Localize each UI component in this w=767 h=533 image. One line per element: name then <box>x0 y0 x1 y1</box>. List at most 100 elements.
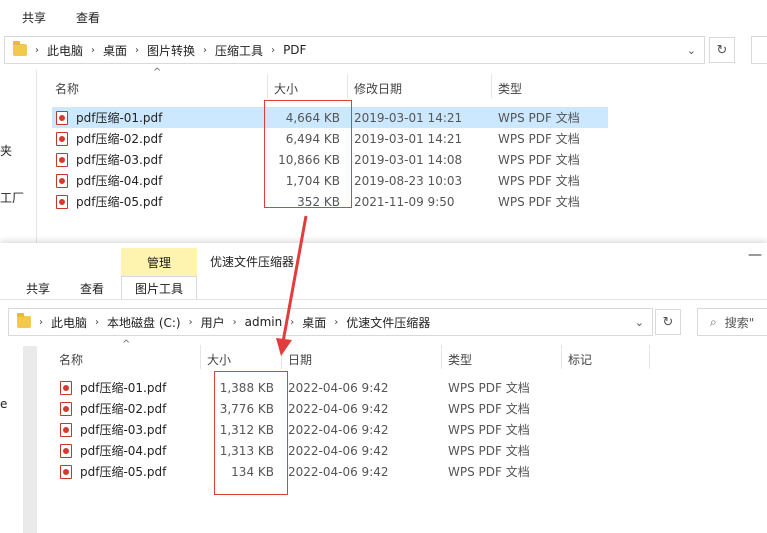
file-type: WPS PDF 文档 <box>448 423 530 437</box>
sidebar-item[interactable]: 夹 <box>0 142 12 159</box>
ribbon-tab-manage[interactable]: 管理 <box>121 248 197 276</box>
minimize-icon[interactable]: — <box>748 247 762 263</box>
column-name[interactable]: 名称 <box>59 351 83 368</box>
chevron-right-icon: › <box>203 44 208 56</box>
file-date: 2022-04-06 9:42 <box>288 443 389 458</box>
chevron-right-icon: › <box>232 316 237 328</box>
pdf-file-icon <box>56 173 68 188</box>
ribbon-divider <box>0 299 767 300</box>
file-date: 2019-03-01 14:08 <box>354 152 463 167</box>
file-name: pdf压缩-02.pdf <box>76 132 163 146</box>
refresh-button[interactable]: ↻ <box>655 309 681 335</box>
pdf-file-icon <box>60 401 72 416</box>
column-size[interactable]: 大小 <box>207 351 231 368</box>
ribbon-image-tools[interactable]: 图片工具 <box>121 276 197 300</box>
menu-view[interactable]: 查看 <box>80 280 104 297</box>
refresh-icon: ↻ <box>716 42 728 58</box>
sidebar-scrollbar[interactable] <box>23 346 37 533</box>
column-date[interactable]: 日期 <box>288 351 312 368</box>
crumb-app-folder[interactable]: 优速文件压缩器 <box>346 314 430 331</box>
chevron-right-icon: › <box>35 44 39 56</box>
file-date: 2022-04-06 9:42 <box>288 401 389 416</box>
crumb-image-convert[interactable]: 图片转换 <box>147 42 195 59</box>
window-title: 优速文件压缩器 <box>210 255 295 269</box>
pdf-file-icon <box>60 422 72 437</box>
crumb-compress-tool[interactable]: 压缩工具 <box>215 42 263 59</box>
pdf-file-icon <box>60 380 72 395</box>
column-divider <box>267 74 268 98</box>
search-placeholder: 搜索" <box>724 315 755 330</box>
pdf-file-icon <box>56 110 68 125</box>
file-type: WPS PDF 文档 <box>498 111 580 125</box>
chevron-right-icon: › <box>39 316 43 328</box>
file-name: pdf压缩-04.pdf <box>76 174 163 188</box>
file-type: WPS PDF 文档 <box>448 444 530 458</box>
folder-icon <box>17 313 31 328</box>
column-name[interactable]: 名称 <box>55 80 79 97</box>
sort-up-icon: ^ <box>122 339 131 350</box>
menu-share[interactable]: 共享 <box>26 280 50 297</box>
column-divider <box>649 345 650 369</box>
file-name: pdf压缩-02.pdf <box>80 402 167 416</box>
column-divider <box>281 345 282 369</box>
address-bar[interactable]: › 此电脑 › 本地磁盘 (C:) › 用户 › admin › 桌面 › 优速… <box>8 308 653 336</box>
file-type: WPS PDF 文档 <box>498 174 580 188</box>
search-box[interactable]: ⌕ 搜索" <box>697 308 767 336</box>
column-type[interactable]: 类型 <box>498 80 522 97</box>
file-date: 2019-03-01 14:21 <box>354 110 463 125</box>
crumb-desktop[interactable]: 桌面 <box>302 314 326 331</box>
file-name: pdf压缩-01.pdf <box>80 381 167 395</box>
search-box[interactable] <box>751 36 767 64</box>
sidebar-item[interactable]: e <box>0 397 7 411</box>
pdf-file-icon <box>56 131 68 146</box>
chevron-right-icon: › <box>95 316 100 328</box>
chevron-down-icon[interactable]: ⌄ <box>687 44 696 57</box>
column-size[interactable]: 大小 <box>274 80 298 97</box>
column-modified[interactable]: 修改日期 <box>354 80 402 97</box>
search-icon: ⌕ <box>710 314 717 329</box>
chevron-right-icon: › <box>290 316 295 328</box>
crumb-desktop[interactable]: 桌面 <box>103 42 127 59</box>
top-explorer-window: 共享 查看 › 此电脑 › 桌面 › 图片转换 › 压缩工具 › PDF ⌄ ↻… <box>0 0 767 243</box>
table-row[interactable]: pdf压缩-05.pdf 134 KB 2022-04-06 9:42 WPS … <box>56 461 556 482</box>
file-type: WPS PDF 文档 <box>498 132 580 146</box>
menu-view[interactable]: 查看 <box>76 9 100 26</box>
column-type[interactable]: 类型 <box>448 351 472 368</box>
chevron-right-icon: › <box>135 44 140 56</box>
crumb-admin[interactable]: admin <box>245 315 283 329</box>
table-row[interactable]: pdf压缩-04.pdf 1,313 KB 2022-04-06 9:42 WP… <box>56 440 556 461</box>
crumb-users[interactable]: 用户 <box>201 314 225 331</box>
size-highlight-box <box>264 100 352 208</box>
size-highlight-box <box>214 371 288 495</box>
column-tags[interactable]: 标记 <box>568 351 592 368</box>
file-name: pdf压缩-04.pdf <box>80 444 167 458</box>
chevron-right-icon: › <box>271 44 276 56</box>
pdf-file-icon <box>56 152 68 167</box>
sidebar-divider <box>36 70 37 243</box>
chevron-down-icon[interactable]: ⌄ <box>635 316 644 329</box>
file-type: WPS PDF 文档 <box>448 381 530 395</box>
column-divider <box>491 74 492 98</box>
address-bar[interactable]: › 此电脑 › 桌面 › 图片转换 › 压缩工具 › PDF ⌄ <box>4 36 705 64</box>
crumb-pdf[interactable]: PDF <box>283 43 306 57</box>
chevron-right-icon: › <box>334 316 339 328</box>
pdf-file-icon <box>56 194 68 209</box>
file-date: 2022-04-06 9:42 <box>288 380 389 395</box>
column-divider <box>347 74 348 98</box>
table-row[interactable]: pdf压缩-01.pdf 1,388 KB 2022-04-06 9:42 WP… <box>56 377 556 398</box>
crumb-local-disk[interactable]: 本地磁盘 (C:) <box>107 314 181 331</box>
sidebar-item[interactable]: 工厂 <box>0 189 24 206</box>
table-row[interactable]: pdf压缩-03.pdf 1,312 KB 2022-04-06 9:42 WP… <box>56 419 556 440</box>
file-date: 2019-03-01 14:21 <box>354 131 463 146</box>
refresh-button[interactable]: ↻ <box>709 37 735 63</box>
menu-share[interactable]: 共享 <box>22 9 46 26</box>
table-row[interactable]: pdf压缩-02.pdf 3,776 KB 2022-04-06 9:42 WP… <box>56 398 556 419</box>
file-type: WPS PDF 文档 <box>448 402 530 416</box>
crumb-this-pc[interactable]: 此电脑 <box>51 314 87 331</box>
crumb-this-pc[interactable]: 此电脑 <box>47 42 83 59</box>
refresh-icon: ↻ <box>662 314 674 330</box>
ribbon-label: 图片工具 <box>134 282 183 296</box>
chevron-right-icon: › <box>188 316 193 328</box>
folder-icon <box>13 41 27 56</box>
file-date: 2021-11-09 9:50 <box>354 194 455 209</box>
